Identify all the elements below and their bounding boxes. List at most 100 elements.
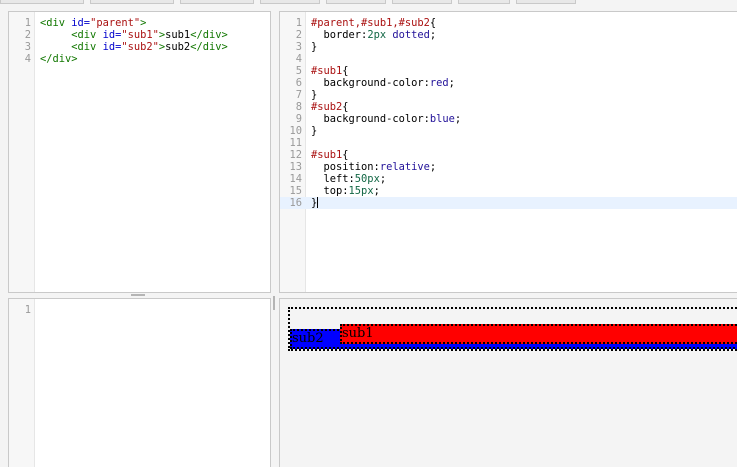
toolbar-button[interactable] [458, 0, 510, 4]
code-token: dotted [386, 29, 430, 41]
code-token: position: [311, 161, 380, 173]
line-number: 6 [295, 77, 302, 89]
code-line[interactable]: 9 background-color:blue; [280, 113, 737, 125]
code-token: ; [379, 173, 387, 185]
code-text: background-color:blue; [311, 113, 462, 125]
code-token: id= [102, 41, 122, 53]
code-token: </div> [190, 29, 228, 41]
line-number: 3 [295, 41, 302, 53]
line-number: 10 [289, 125, 302, 137]
line-number: 13 [289, 161, 302, 173]
code-line[interactable]: 3} [280, 41, 737, 53]
css-editor[interactable]: 1 #parent,#sub1,#sub2{2 border:2px dotted… [279, 11, 737, 293]
html-editor-code[interactable]: 1 <div id="parent"> 2 <div id="sub1">sub1<… [9, 17, 270, 65]
line-number: 8 [295, 101, 302, 113]
line-number: 5 [295, 65, 302, 77]
code-token: <div [40, 29, 103, 41]
line-number: 4 [24, 53, 31, 65]
code-line[interactable]: 3 <div id="sub2">sub2</div> [9, 41, 270, 53]
code-token: } [311, 89, 318, 101]
code-text: position:relative; [311, 161, 437, 173]
line-number: 1 [24, 304, 31, 316]
code-token: ; [429, 29, 437, 41]
toolbar [0, 0, 737, 5]
line-number: 7 [295, 89, 302, 101]
line-number: 12 [289, 149, 302, 161]
line-number: 11 [289, 137, 302, 149]
code-line[interactable]: 5 #sub1{ [280, 65, 737, 77]
code-text: <div id="parent"> [40, 17, 146, 29]
result-parent-div: sub1 sub2 [288, 307, 737, 351]
code-token: { [342, 101, 349, 113]
code-line[interactable]: 7} [280, 89, 737, 101]
code-text: left:50px; [311, 173, 387, 185]
code-text: } [311, 41, 317, 53]
code-text: background-color:red; [311, 77, 455, 89]
code-line[interactable]: 1 [9, 304, 270, 316]
toolbar-button[interactable] [180, 0, 254, 4]
code-line[interactable]: 6 background-color:red; [280, 77, 737, 89]
code-token: background-color: [311, 113, 430, 125]
toolbar-button[interactable] [260, 0, 320, 4]
code-token: sub2 [165, 41, 191, 53]
js-editor-code[interactable]: 1 [9, 304, 270, 316]
code-token: <div [40, 41, 103, 53]
code-token: { [342, 149, 349, 161]
vertical-splitter[interactable] [271, 294, 277, 314]
code-line[interactable]: 1 #parent,#sub1,#sub2{ [280, 17, 737, 29]
css-editor-code[interactable]: 1 #parent,#sub1,#sub2{2 border:2px dotted… [280, 17, 737, 209]
html-editor[interactable]: 1 <div id="parent"> 2 <div id="sub1">sub1<… [8, 11, 271, 293]
code-line[interactable]: 10} [280, 125, 737, 137]
code-text: top:15px; [311, 185, 380, 197]
toolbar-button[interactable] [90, 0, 174, 4]
toolbar-button[interactable] [0, 0, 84, 4]
code-text: #sub1{ [311, 149, 349, 161]
code-line[interactable]: 4 [280, 53, 737, 65]
code-token: #sub2 [311, 101, 343, 113]
line-number: 14 [289, 173, 302, 185]
code-token: 2px [367, 29, 387, 41]
line-number: 2 [24, 29, 31, 41]
splitter-grip-icon[interactable] [273, 296, 275, 310]
text-cursor [317, 197, 319, 208]
code-token: "sub1" [121, 29, 159, 41]
toolbar-button[interactable] [516, 0, 576, 4]
code-token: border: [311, 29, 368, 41]
code-line[interactable]: 12 #sub1{ [280, 149, 737, 161]
code-text: #sub1{ [311, 65, 349, 77]
code-token: <div [40, 17, 72, 29]
code-token: 15px [348, 185, 374, 197]
code-text: <div id="sub2">sub2</div> [40, 41, 227, 53]
code-token: } [311, 41, 318, 53]
js-editor[interactable]: 1 [8, 298, 271, 467]
result-sub1-div: sub1 [340, 324, 737, 344]
code-line[interactable]: 1 <div id="parent"> [9, 17, 270, 29]
code-token: id= [102, 29, 122, 41]
code-line[interactable]: 14 left:50px; [280, 173, 737, 185]
code-token: "sub2" [121, 41, 159, 53]
code-token: ; [373, 185, 380, 197]
code-token: 50px [354, 173, 380, 185]
code-line[interactable]: 4 </div> [9, 53, 270, 65]
code-token: top: [311, 185, 349, 197]
code-text: <div id="sub1">sub1</div> [40, 29, 228, 41]
code-line[interactable]: 2 border:2px dotted; [280, 29, 737, 41]
line-number: 15 [289, 185, 302, 197]
code-token: > [140, 17, 147, 29]
splitter-grip-icon[interactable] [131, 294, 145, 296]
code-line[interactable]: 2 <div id="sub1">sub1</div> [9, 29, 270, 41]
code-line[interactable]: 8 #sub2{ [280, 101, 737, 113]
code-text: #parent,#sub1,#sub2{ [311, 17, 436, 29]
code-token: blue [429, 113, 455, 125]
code-line[interactable]: 16} [280, 197, 737, 209]
code-token: { [342, 65, 349, 77]
line-number: 1 [295, 17, 302, 29]
line-number: 2 [295, 29, 302, 41]
code-token: </div> [40, 53, 78, 65]
code-line[interactable]: 15 top:15px; [280, 185, 737, 197]
code-line[interactable]: 13 position:relative; [280, 161, 737, 173]
code-line[interactable]: 11 [280, 137, 737, 149]
toolbar-button[interactable] [392, 0, 452, 4]
js-editor-gutter [9, 299, 35, 467]
toolbar-button[interactable] [326, 0, 386, 4]
